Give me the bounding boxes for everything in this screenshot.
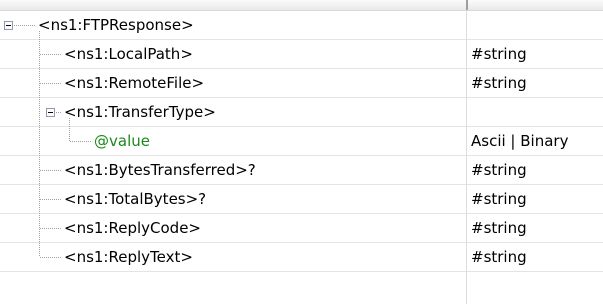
tree-row-type: Ascii | Binary <box>471 132 569 150</box>
tree-row-transfertype[interactable]: <ns1:TransferType> <box>0 98 603 127</box>
column-header-bar <box>0 0 603 11</box>
tree-row-type: #string <box>471 74 527 92</box>
tree-row-type: #string <box>471 190 527 208</box>
tree-row-replycode[interactable]: <ns1:ReplyCode> #string <box>0 214 603 243</box>
column-divider <box>466 11 467 304</box>
tree-row-value-attribute[interactable]: @value Ascii | Binary <box>0 127 603 156</box>
tree-row-label: <ns1:ReplyText> <box>64 248 193 266</box>
tree-row-empty <box>0 272 603 300</box>
tree-row-localpath[interactable]: <ns1:LocalPath> #string <box>0 40 603 69</box>
tree-row-label: <ns1:BytesTransferred>? <box>64 161 256 179</box>
tree-row-bytestransferred[interactable]: <ns1:BytesTransferred>? #string <box>0 156 603 185</box>
tree-row-label: <ns1:TotalBytes>? <box>64 190 207 208</box>
tree-row-type: #string <box>471 45 527 63</box>
tree-row-label: <ns1:ReplyCode> <box>64 219 201 237</box>
column-resize-handle[interactable] <box>466 0 468 10</box>
tree-row-type: #string <box>471 248 527 266</box>
collapse-toggle-icon[interactable] <box>46 108 55 117</box>
tree-row-label: <ns1:RemoteFile> <box>64 74 205 92</box>
tree-row-type: #string <box>471 219 527 237</box>
tree-row-label: <ns1:LocalPath> <box>64 45 193 63</box>
tree-row-replytext[interactable]: <ns1:ReplyText> #string <box>0 243 603 272</box>
tree-row-ftpresponse[interactable]: <ns1:FTPResponse> <box>0 11 603 40</box>
tree-row-label: <ns1:TransferType> <box>64 103 216 121</box>
tree-row-totalbytes[interactable]: <ns1:TotalBytes>? #string <box>0 185 603 214</box>
collapse-toggle-icon[interactable] <box>4 21 13 30</box>
tree-row-label: <ns1:FTPResponse> <box>38 16 194 34</box>
tree-row-label: @value <box>94 132 150 150</box>
tree-row-type: #string <box>471 161 527 179</box>
tree-row-remotefile[interactable]: <ns1:RemoteFile> #string <box>0 69 603 98</box>
schema-tree: <ns1:FTPResponse> <ns1:LocalPath> #strin… <box>0 11 603 304</box>
